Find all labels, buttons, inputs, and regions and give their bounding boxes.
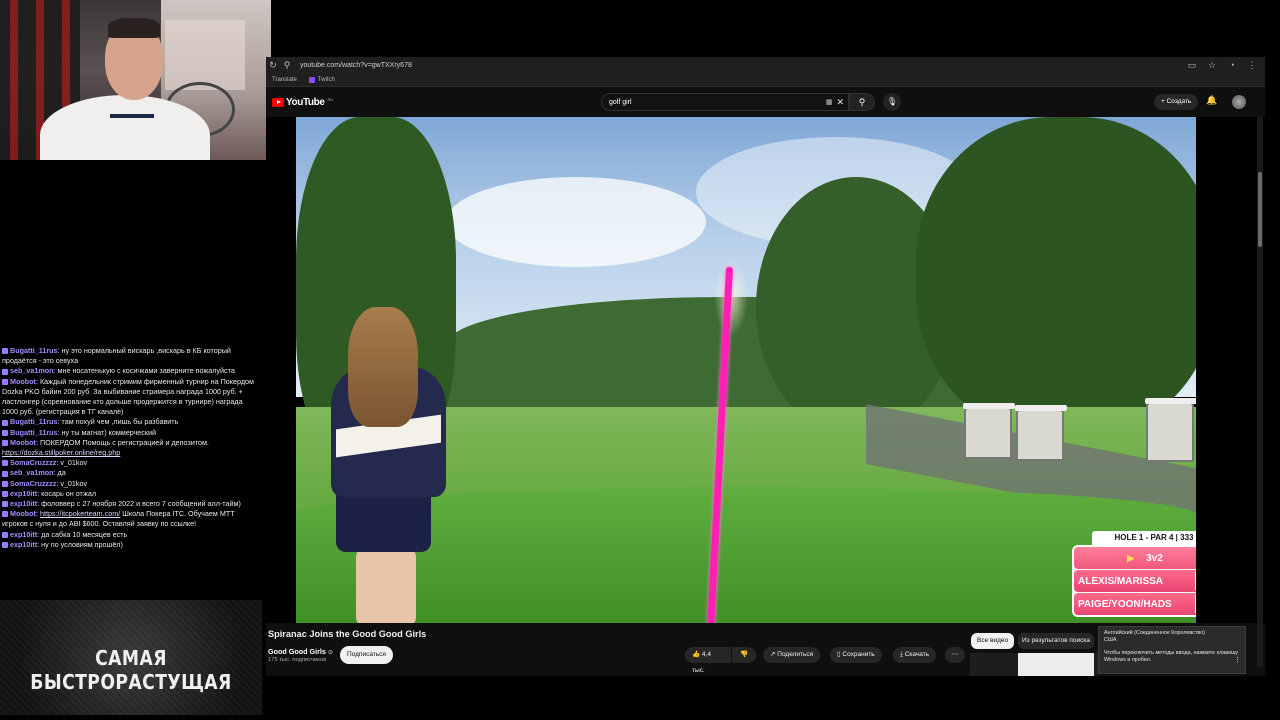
create-button[interactable]: + Создать	[1154, 94, 1199, 110]
search-button[interactable]: ⚲	[849, 93, 875, 111]
scoreboard: HOLE 1 - PAR 4 | 333 ▶ 3v2 ALEXIS/MARISS…	[1072, 531, 1196, 617]
badge-icon	[2, 511, 8, 518]
more-icon[interactable]: ⋮	[1234, 657, 1241, 664]
badge-icon	[2, 348, 8, 355]
badge-icon	[2, 460, 8, 467]
subscribe-button[interactable]: Подписаться	[340, 646, 393, 664]
badge-icon	[2, 439, 8, 446]
save-button[interactable]: ▯ Сохранить	[830, 647, 882, 663]
chat-message: Bugatti_11rus: ну ты магнат) коммерчески…	[0, 428, 262, 438]
badge-icon	[2, 429, 8, 436]
download-button[interactable]: ⤓ Скачать	[893, 647, 937, 663]
share-icon: ↗	[770, 651, 776, 658]
stream-chat: Bugatti_11rus: ну это нормальный вискарь…	[0, 346, 262, 598]
badge-icon	[2, 490, 8, 497]
input-method-popup: Английский (Соединенное Королевство) США…	[1098, 626, 1246, 674]
chat-message: Bugatti_11rus: там похуй чем ,лишь бы ра…	[0, 417, 262, 427]
chat-message: Moobot: ПОКЕРДОМ Помощь с регистрацией и…	[2, 437, 209, 458]
banner-text: САМАЯ БЫСТРОРАСТУЩАЯ	[30, 646, 232, 694]
badge-icon	[2, 541, 8, 548]
bookmark-translate[interactable]: Translate	[272, 77, 297, 83]
video-title: Spiranac Joins the Good Good Girls	[268, 629, 427, 639]
thumbs-down-icon: 👎	[739, 651, 749, 658]
more-actions-button[interactable]: ⋯	[945, 647, 965, 663]
webcam-feed	[0, 0, 271, 160]
chat-message: exp10itt: да сабка 10 месяцев есть	[0, 530, 262, 540]
keyboard-icon[interactable]: ▦	[826, 98, 833, 106]
related-tab-all[interactable]: Все видео	[971, 633, 1015, 649]
chat-message: Moobot: Каждый понедельник стримим фирме…	[2, 376, 254, 417]
chat-message: SomaCruzzzz: v_01kov	[0, 458, 262, 468]
url-field[interactable]: youtube.com/watch?v=gwTXXry678	[300, 62, 1185, 69]
chat-message: exp10itt: фоловвер с 27 ноября 2022 и вс…	[0, 499, 262, 509]
related-tab-search[interactable]: Из результатов поиска	[1018, 633, 1095, 649]
thumbs-up-icon: 👍	[692, 651, 701, 658]
team-row: ALEXIS/MARISSA E	[1074, 570, 1196, 592]
menu-icon[interactable]: ⋮	[1245, 58, 1259, 72]
chat-message: SomaCruzzzz: v_01kov	[0, 479, 262, 489]
bookmarks-bar: Translate Twitch	[266, 73, 1265, 87]
channel-name[interactable]: Good Good Girls ⊙	[268, 647, 333, 656]
chat-message: Moobot: https://itcpokerteam.com/ Школа …	[2, 509, 235, 529]
chat-message: seb_va1mon: мне носатенькую с косичками …	[0, 366, 262, 376]
search-input[interactable]: golf girl ▦ ✕	[601, 93, 849, 111]
team-row: PAIGE/YOON/HADS E	[1074, 593, 1196, 615]
youtube-logo[interactable]: YouTube RU	[272, 97, 333, 108]
like-button[interactable]: 👍 4,4 тыс.	[685, 647, 731, 674]
matchup-row: ▶ 3v2	[1074, 547, 1196, 569]
star-icon[interactable]: ☆	[1205, 58, 1219, 72]
badge-icon	[2, 480, 8, 487]
badge-icon	[2, 378, 8, 385]
clear-icon[interactable]: ✕	[836, 97, 844, 108]
bookmark-icon: ▯	[837, 651, 841, 658]
page-scrollbar[interactable]	[1257, 117, 1263, 667]
video-frame[interactable]: HOLE 1 - PAR 4 | 333 ▶ 3v2 ALEXIS/MARISS…	[296, 117, 1196, 623]
youtube-play-icon	[272, 97, 284, 107]
badge-icon	[2, 531, 8, 538]
badge-icon	[2, 368, 8, 375]
chat-message: seb_va1mon: да	[0, 468, 262, 478]
chat-message: exp10itt: косарь он отжал	[0, 489, 262, 499]
badge-icon	[2, 419, 8, 426]
hole-label: HOLE 1 - PAR 4 | 333	[1092, 531, 1196, 545]
mic-icon: 🎙	[886, 97, 898, 106]
download-icon: ⤓	[900, 651, 903, 658]
mic-button[interactable]: 🎙	[883, 93, 901, 111]
dislike-button[interactable]: 👎	[732, 647, 756, 663]
more-icon: ⋯	[951, 651, 959, 658]
chat-link[interactable]: https://dozka.stillpoker.online/reg.php	[2, 448, 120, 457]
reload-icon[interactable]: ↻	[266, 58, 280, 72]
site-info-icon[interactable]: ⚲	[280, 58, 294, 72]
avatar[interactable]	[1232, 95, 1246, 109]
video-player[interactable]: HOLE 1 - PAR 4 | 333 ▶ 3v2 ALEXIS/MARISS…	[266, 117, 1265, 623]
chat-link[interactable]: https://itcpokerteam.com/	[40, 509, 120, 518]
stream-banner: САМАЯ БЫСТРОРАСТУЩАЯ	[0, 600, 262, 715]
chat-message: Bugatti_11rus: ну это нормальный вискарь…	[2, 346, 231, 366]
extensions-icon[interactable]: ◔	[1225, 58, 1239, 72]
browser-window: ↻ ⚲ youtube.com/watch?v=gwTXXry678 ▭ ☆ ◔…	[266, 57, 1265, 676]
search-icon: ⚲	[858, 97, 866, 107]
youtube-header: YouTube RU golf girl ▦ ✕ ⚲ 🎙 + Создать 🔔	[266, 87, 1265, 117]
verified-icon: ⊙	[327, 650, 333, 656]
screen: Bugatti_11rus: ну это нормальный вискарь…	[0, 0, 1280, 720]
chat-message: exp10itt: ну по условиям прошёл)	[0, 540, 262, 550]
badge-icon	[2, 501, 8, 508]
cast-icon[interactable]: ▭	[1185, 58, 1199, 72]
badge-icon	[2, 470, 8, 477]
bell-icon[interactable]: 🔔	[1206, 95, 1217, 106]
subscriber-count: 175 тыс. подписчиков	[268, 657, 327, 663]
share-button[interactable]: ↗ Поделиться	[763, 647, 821, 663]
bookmark-twitch[interactable]: Twitch	[308, 76, 335, 83]
related-video-thumbnail[interactable]	[970, 653, 1098, 676]
address-bar: ↻ ⚲ youtube.com/watch?v=gwTXXry678 ▭ ☆ ◔…	[266, 57, 1265, 73]
twitch-icon	[308, 76, 315, 83]
play-arrow-icon: ▶	[1127, 552, 1135, 563]
